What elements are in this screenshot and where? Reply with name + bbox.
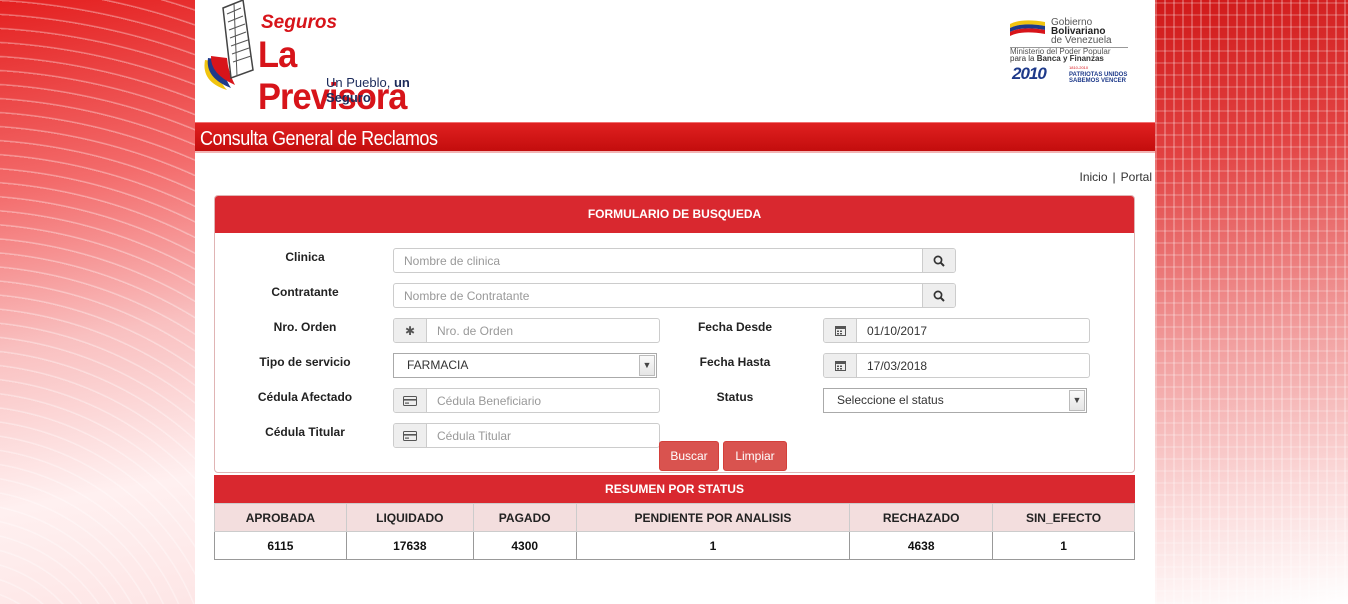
venezuela-flag-icon: [1010, 20, 1045, 36]
page-container: Seguros La Previsora Un Pueblo, un Segur…: [195, 0, 1155, 604]
clinica-input[interactable]: [394, 249, 922, 272]
header-liquidado: LIQUIDADO: [345, 503, 474, 532]
header-aprobada: APROBADA: [214, 503, 347, 532]
brand-slogan: Un Pueblo, un Seguro: [326, 75, 445, 105]
chevron-down-icon: ▼: [639, 355, 655, 376]
gov-small-years: 1810-2010: [1069, 65, 1089, 70]
gov-slogan-b: SABEMOS VENCER: [1069, 78, 1127, 84]
fecha-hasta-label: Fecha Hasta: [699, 355, 771, 369]
clinica-search-button[interactable]: [922, 249, 955, 272]
background-left: [0, 0, 195, 604]
clinica-label: Clinica: [285, 250, 325, 264]
fecha-desde-field: [823, 318, 1090, 343]
fecha-hasta-field: [823, 353, 1090, 378]
tipo-servicio-select[interactable]: FARMACIA ▼: [393, 353, 657, 378]
header-pendiente: PENDIENTE POR ANALISIS: [575, 503, 851, 532]
contratante-label: Contratante: [271, 285, 339, 299]
id-card-glyph: [403, 430, 417, 441]
search-form-title: FORMULARIO DE BUSQUEDA: [215, 196, 1134, 233]
id-card-glyph: [403, 395, 417, 406]
government-logo[interactable]: Gobierno Bolivariano de Venezuela Minist…: [1007, 12, 1132, 87]
clinica-field: [393, 248, 956, 273]
nro-orden-label: Nro. Orden: [273, 320, 337, 334]
cedula-afectado-label: Cédula Afectado: [257, 390, 353, 404]
status-summary: RESUMEN POR STATUS APROBADA LIQUIDADO PA…: [214, 475, 1135, 560]
chevron-down-icon: ▼: [1069, 390, 1085, 411]
value-rechazado: 4638: [849, 531, 994, 560]
header-pagado: PAGADO: [472, 503, 577, 532]
id-card-icon: [394, 424, 427, 447]
calendar-glyph: [834, 326, 846, 336]
search-icon: [933, 255, 945, 267]
search-icon: [933, 290, 945, 302]
title-bar: Consulta General de Reclamos: [195, 122, 1155, 153]
status-select[interactable]: Seleccione el status ▼: [823, 388, 1087, 413]
page-title: Consulta General de Reclamos: [200, 128, 438, 150]
brand-logo[interactable]: Seguros La Previsora Un Pueblo, un Segur…: [195, 0, 445, 117]
status-value: Seleccione el status: [837, 393, 944, 407]
fecha-desde-input[interactable]: [857, 319, 1089, 342]
cedula-titular-label: Cédula Titular: [265, 425, 345, 439]
cedula-afectado-input[interactable]: [427, 389, 659, 412]
asterisk-icon: ✱: [394, 319, 427, 342]
tipo-servicio-label: Tipo de servicio: [259, 355, 351, 369]
background-right: [1155, 0, 1348, 604]
slogan-part1: Un Pueblo,: [326, 75, 391, 90]
value-liquidado: 17638: [345, 531, 474, 560]
fecha-desde-label: Fecha Desde: [697, 320, 773, 334]
gov-ministry-2: para la Banca y Finanzas: [1010, 55, 1104, 63]
gov-slogan: PATRIOTAS UNIDOS SABEMOS VENCER: [1069, 72, 1127, 84]
buscar-button[interactable]: Buscar: [659, 441, 719, 471]
summary-header-row: APROBADA LIQUIDADO PAGADO PENDIENTE POR …: [214, 503, 1135, 532]
summary-title: RESUMEN POR STATUS: [214, 475, 1135, 503]
calendar-glyph: [834, 361, 846, 371]
value-aprobada: 6115: [214, 531, 347, 560]
tipo-servicio-value: FARMACIA: [407, 358, 469, 372]
search-form-panel: FORMULARIO DE BUSQUEDA Clinica Contratan…: [214, 195, 1135, 473]
gov-ministry-2b: Banca y Finanzas: [1036, 54, 1104, 63]
tower-logo-icon: [204, 0, 254, 90]
cedula-titular-field: [393, 423, 660, 448]
portal-link[interactable]: Portal: [1121, 170, 1152, 184]
status-label: Status: [716, 390, 754, 404]
value-sin-efecto: 1: [992, 531, 1135, 560]
header-sin-efecto: SIN_EFECTO: [992, 503, 1135, 532]
contratante-field: [393, 283, 956, 308]
nro-orden-field: ✱: [393, 318, 660, 343]
contratante-search-button[interactable]: [922, 284, 955, 307]
nro-orden-input[interactable]: [427, 319, 659, 342]
header-rechazado: RECHAZADO: [849, 503, 994, 532]
table-row: 6115 17638 4300 1 4638 1: [214, 531, 1135, 560]
value-pagado: 4300: [472, 531, 577, 560]
calendar-icon[interactable]: [824, 319, 857, 342]
top-nav-links: Inicio | Portal: [1080, 170, 1153, 184]
link-separator: |: [1112, 170, 1116, 184]
gov-year: 2010: [1012, 64, 1047, 83]
calendar-icon[interactable]: [824, 354, 857, 377]
inicio-link[interactable]: Inicio: [1080, 170, 1108, 184]
gov-line3: de Venezuela: [1051, 35, 1112, 46]
cedula-afectado-field: [393, 388, 660, 413]
fecha-hasta-input[interactable]: [857, 354, 1089, 377]
cedula-titular-input[interactable]: [427, 424, 659, 447]
limpiar-button[interactable]: Limpiar: [723, 441, 787, 471]
gov-ministry-2a: para la: [1010, 54, 1035, 63]
contratante-input[interactable]: [394, 284, 922, 307]
value-pendiente: 1: [575, 531, 851, 560]
summary-table: APROBADA LIQUIDADO PAGADO PENDIENTE POR …: [214, 503, 1135, 560]
id-card-icon: [394, 389, 427, 412]
header: Seguros La Previsora Un Pueblo, un Segur…: [195, 0, 1155, 120]
brand-small-text: Seguros: [261, 12, 338, 33]
